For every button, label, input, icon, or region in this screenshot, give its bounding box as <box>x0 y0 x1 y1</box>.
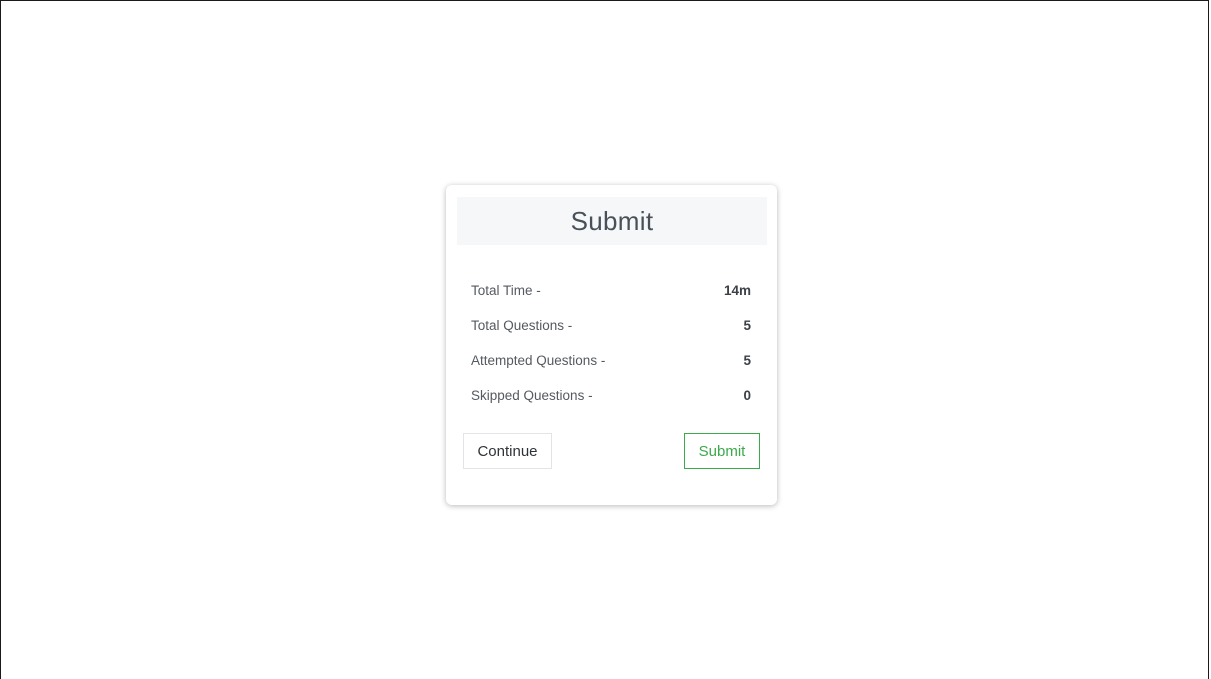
stat-skipped-questions: Skipped Questions - 0 <box>471 378 751 413</box>
stat-value: 14m <box>723 283 751 298</box>
stat-value: 0 <box>743 388 751 403</box>
stat-value: 5 <box>743 353 751 368</box>
stat-total-questions: Total Questions - 5 <box>471 308 751 343</box>
stat-total-time: Total Time - 14m <box>471 273 751 308</box>
stat-label: Skipped Questions - <box>471 388 593 403</box>
stat-label: Total Questions - <box>471 318 573 333</box>
dialog-header: Submit <box>457 197 767 245</box>
stat-label: Attempted Questions - <box>471 353 606 368</box>
stat-attempted-questions: Attempted Questions - 5 <box>471 343 751 378</box>
stat-value: 5 <box>743 318 751 333</box>
page-frame: Submit Total Time - 14m Total Questions … <box>0 0 1209 679</box>
submit-dialog: Submit Total Time - 14m Total Questions … <box>446 185 777 505</box>
summary-stats: Total Time - 14m Total Questions - 5 Att… <box>471 273 751 413</box>
dialog-title: Submit <box>570 205 654 236</box>
continue-button[interactable]: Continue <box>463 433 552 469</box>
submit-button[interactable]: Submit <box>684 433 760 469</box>
stat-label: Total Time - <box>471 283 541 298</box>
